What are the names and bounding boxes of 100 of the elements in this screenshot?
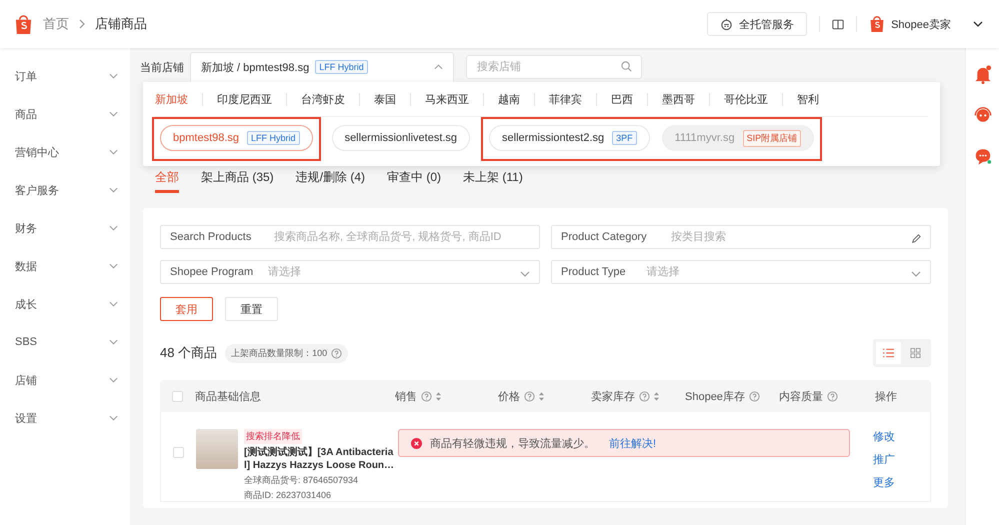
chevron-down-icon (109, 415, 118, 421)
chevron-down-icon (109, 301, 118, 307)
sidebar-item[interactable]: 设置 (0, 399, 130, 437)
pencil-icon (911, 234, 921, 244)
product-sku: 全球商品货号: 87646507934 (244, 474, 360, 487)
shopping-bag-icon (869, 15, 886, 33)
product-count: 48 个商品 (160, 344, 218, 362)
help-icon (748, 390, 760, 402)
reset-button[interactable]: 重置 (225, 297, 278, 321)
help-icon (421, 390, 432, 402)
chevron-down-icon (109, 149, 118, 155)
chat-icon[interactable] (974, 147, 992, 166)
column-header: 操作 (875, 390, 898, 404)
shopping-bag-logo-icon[interactable] (14, 14, 33, 34)
store-tag: 3PF (612, 131, 637, 145)
field-label: Product Type (561, 265, 626, 279)
region-tab[interactable]: 新加坡 (155, 92, 188, 106)
store-chip[interactable]: sellermissionlivetest.sg (332, 125, 470, 151)
list-icon (883, 348, 894, 358)
chevron-down-icon (109, 225, 118, 231)
row-checkbox[interactable] (173, 447, 184, 458)
action-link[interactable]: 更多 (873, 475, 930, 490)
column-header: 商品基础信息 (195, 390, 262, 404)
status-tab[interactable]: 审查中 (0) (387, 165, 442, 193)
field-label: Search Products (170, 230, 252, 244)
help-icon (524, 390, 535, 402)
account-name[interactable]: Shopee卖家 (891, 16, 951, 32)
column-header: 卖家库存 (591, 388, 685, 404)
status-tab[interactable]: 未上架 (11) (463, 165, 523, 193)
action-link[interactable]: 推广 (873, 452, 930, 467)
robot-icon[interactable] (974, 106, 992, 125)
column-header: 内容质量 (779, 388, 875, 404)
chevron-down-icon[interactable] (973, 21, 983, 27)
chevron-down-icon (109, 377, 118, 383)
error-icon (411, 438, 422, 448)
status-tab[interactable]: 违规/删除 (4) (296, 165, 366, 193)
store-tag: LFF Hybrid (247, 131, 300, 145)
field-label: Shopee Program (170, 265, 254, 279)
field-label: 当前店铺 (140, 60, 185, 74)
region-tab[interactable]: 印度尼西亚 (217, 92, 272, 106)
chevron-down-icon (109, 73, 118, 79)
book-icon[interactable] (832, 18, 844, 30)
warning-tag: 搜索排名降低 (244, 429, 302, 444)
region-tab[interactable]: 台湾虾皮 (301, 92, 345, 106)
store-chip[interactable]: bpmtest98.sg LFF Hybrid (160, 125, 313, 151)
service-button[interactable]: 全托管服务 (707, 12, 808, 36)
region-tab[interactable]: 巴西 (611, 92, 633, 106)
region-tab[interactable]: 马来西亚 (425, 92, 469, 106)
chevron-icon (434, 64, 443, 70)
chevron-down-icon (109, 187, 118, 193)
sort-icon[interactable] (654, 392, 659, 400)
alert-message: 商品有轻微违规，导致流量减少。 (430, 436, 595, 450)
apply-button[interactable]: 套用 (160, 297, 213, 321)
sidebar-item[interactable]: 财务 (0, 209, 130, 247)
sidebar-item[interactable]: SBS (0, 323, 130, 361)
breadcrumb-item: 店铺商品 (95, 15, 147, 33)
chevron-right-icon (79, 19, 85, 29)
search-icon (621, 61, 632, 72)
store-search-field[interactable]: 搜索店铺 (466, 55, 642, 79)
status-tab[interactable]: 架上商品 (35) (201, 165, 274, 193)
listing-limit-badge: 上架商品数量限制：100 (225, 344, 348, 362)
help-icon (639, 390, 650, 402)
select-all-checkbox[interactable] (172, 390, 183, 402)
grid-icon (910, 348, 921, 358)
chevron-down-icon (911, 269, 921, 279)
region-tab[interactable]: 哥伦比亚 (724, 92, 768, 106)
region-tab[interactable]: 智利 (797, 92, 819, 106)
sort-icon[interactable] (539, 392, 544, 400)
region-tab[interactable]: 越南 (498, 92, 520, 106)
column-header: 价格 (498, 388, 591, 404)
column-header: 销售 (395, 388, 498, 404)
breadcrumb-item[interactable]: 首页 (43, 15, 69, 33)
sidebar-item[interactable]: 订单 (0, 57, 130, 95)
photo-placeholder (196, 429, 238, 469)
sidebar-item[interactable]: 数据 (0, 247, 130, 285)
region-tab[interactable]: 菲律宾 (549, 92, 582, 106)
help-icon (827, 390, 838, 402)
chevron-down-icon (520, 269, 530, 279)
robot-head-icon (720, 18, 734, 30)
field-label: Product Category (561, 230, 647, 244)
chevron-down-icon (109, 263, 118, 269)
region-tab[interactable]: 墨西哥 (662, 92, 695, 106)
store-select[interactable]: 新加坡 / bpmtest98.sg LFF Hybrid (190, 52, 454, 82)
product-id: 商品ID: 26237031406 (244, 489, 332, 502)
sort-icon[interactable] (436, 392, 441, 400)
bell-icon[interactable] (974, 65, 992, 84)
column-header: Shopee库存 (685, 388, 779, 404)
resolve-link[interactable]: 前往解决! (609, 436, 656, 450)
sidebar-item[interactable]: 店铺 (0, 361, 130, 399)
sidebar-item[interactable]: 营销中心 (0, 133, 130, 171)
help-icon (331, 348, 342, 358)
store-chip[interactable]: sellermissiontest2.sg 3PF (489, 125, 650, 151)
chevron-down-icon (109, 339, 118, 345)
list-view-button[interactable] (876, 342, 901, 364)
sidebar-item[interactable]: 客户服务 (0, 171, 130, 209)
action-link[interactable]: 修改 (873, 429, 930, 444)
region-tab[interactable]: 泰国 (374, 92, 396, 106)
sidebar-item[interactable]: 成长 (0, 285, 130, 323)
sidebar-item[interactable]: 商品 (0, 95, 130, 133)
product-title[interactable]: [测试测试测试】[3A Antibacterial] Hazzys Hazzys Loose Roun… (244, 446, 398, 472)
